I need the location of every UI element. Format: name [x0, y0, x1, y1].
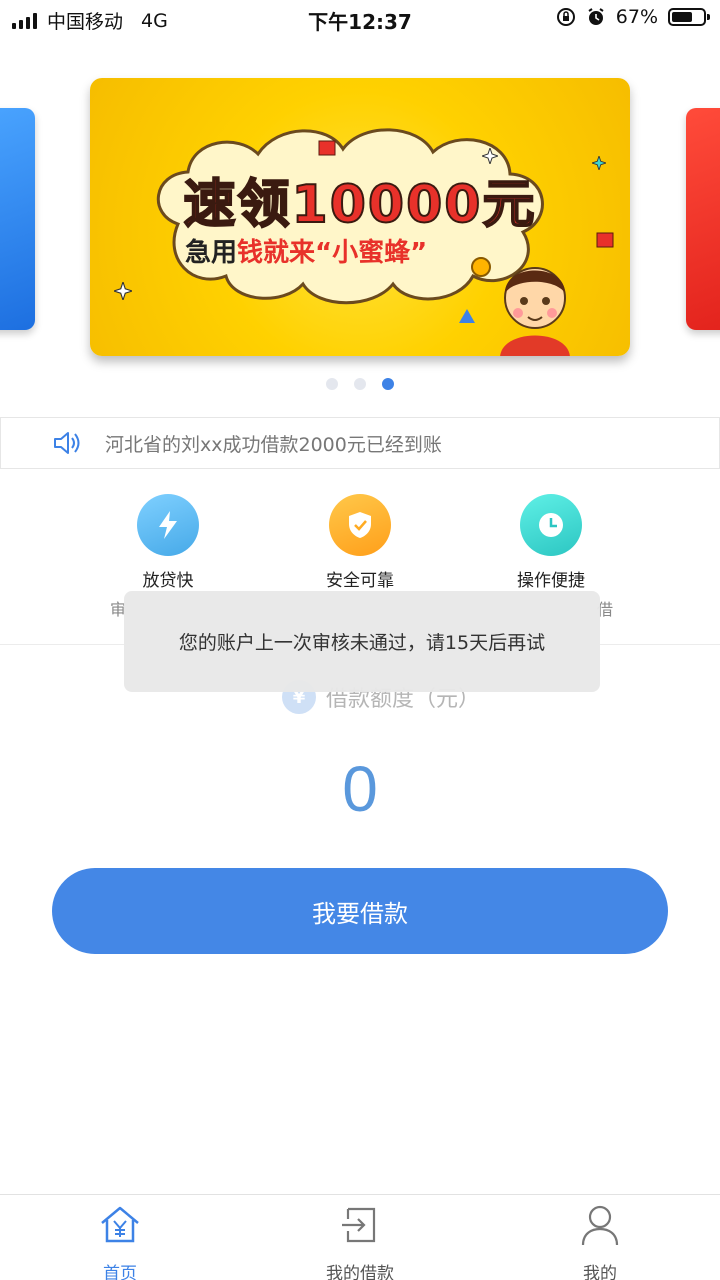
home-yen-icon	[101, 1206, 139, 1243]
feature-secure: 安全可靠	[290, 494, 430, 591]
feature-label: 安全可靠	[326, 571, 394, 591]
carousel-dot[interactable]	[354, 378, 366, 390]
banner-next-slide[interactable]	[686, 108, 720, 330]
user-icon	[581, 1205, 619, 1246]
triangle-confetti-icon	[459, 309, 475, 323]
carousel-dot-active[interactable]	[382, 378, 394, 390]
notice-bar: 河北省的刘xx成功借款2000元已经到账	[0, 417, 720, 469]
toast-message: 您的账户上一次审核未通过，请15天后再试	[124, 591, 600, 692]
tab-label: 首页	[103, 1264, 137, 1280]
banner-subtitle-highlight: 钱就来“小蜜蜂”	[237, 238, 428, 268]
feature-label: 放贷快	[142, 571, 194, 591]
banner-title: 速领10000元	[183, 174, 537, 236]
battery-fill	[672, 12, 693, 22]
banner-subtitle-prefix: 急用	[185, 238, 238, 268]
banner-prev-slide[interactable]	[0, 108, 35, 330]
tab-bar: 首页 我的借款 我的	[0, 1194, 720, 1280]
star-icon	[592, 156, 606, 170]
feature-fast-loan: 放贷快	[98, 494, 238, 591]
battery-icon	[668, 8, 710, 26]
loan-export-icon	[342, 1207, 376, 1243]
banner-slide[interactable]: 速领10000元 急用钱就来“小蜜蜂”	[90, 78, 630, 356]
tab-mine[interactable]: 我的	[530, 1203, 670, 1280]
red-envelope-icon	[318, 140, 336, 156]
credit-amount: 0	[342, 753, 378, 825]
tab-my-loans[interactable]: 我的借款	[290, 1203, 430, 1280]
borrow-button[interactable]: 我要借款	[52, 868, 668, 954]
speaker-icon	[54, 432, 80, 454]
feature-label: 操作便捷	[517, 571, 585, 591]
shield-check-icon	[329, 494, 391, 556]
alarm-icon	[588, 8, 604, 25]
carousel-indicator	[0, 378, 720, 390]
star-icon	[114, 282, 132, 300]
feature-convenient: 操作便捷	[481, 494, 621, 591]
lightning-icon	[137, 494, 199, 556]
coin-icon	[471, 257, 491, 277]
banner-subtitle: 急用钱就来“小蜜蜂”	[185, 232, 427, 269]
tab-label: 我的借款	[326, 1264, 394, 1280]
star-icon	[482, 148, 498, 164]
carousel-dot[interactable]	[326, 378, 338, 390]
tab-home[interactable]: 首页	[50, 1203, 190, 1280]
clock-icon	[520, 494, 582, 556]
cartoon-character-icon	[500, 267, 570, 356]
notice-text: 河北省的刘xx成功借款2000元已经到账	[105, 433, 442, 456]
tab-label: 我的	[583, 1264, 617, 1280]
status-bar: 中国移动 4G 下午12:37 67%	[0, 0, 720, 40]
battery-percent: 67%	[615, 6, 658, 28]
red-envelope-icon	[596, 232, 614, 248]
status-right: 67%	[556, 6, 710, 28]
rotation-lock-icon	[556, 8, 575, 26]
